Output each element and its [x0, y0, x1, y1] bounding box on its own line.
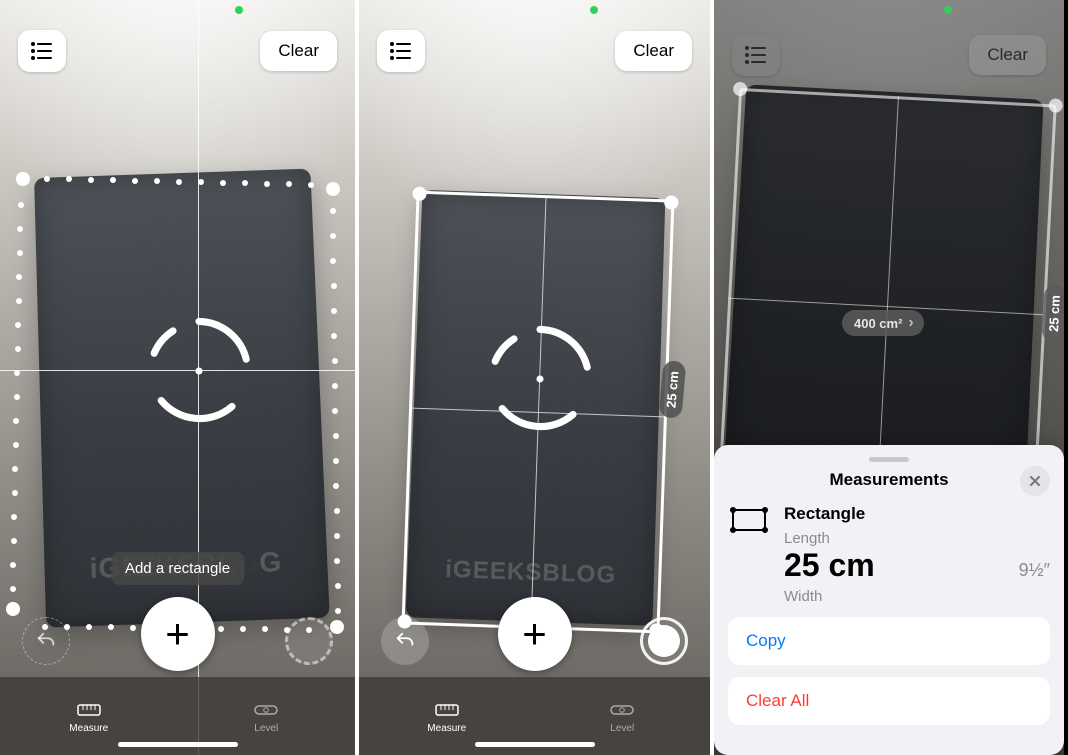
tab-measure[interactable]: Measure: [0, 677, 178, 755]
rectangle-shape-icon: [728, 504, 770, 541]
list-button[interactable]: [18, 30, 66, 72]
screenshot-1: iGEEKSBLOG: [0, 0, 355, 755]
screenshot-3: 400 cm² 25 cm Clear Measurements: [710, 0, 1064, 755]
close-button[interactable]: [1020, 466, 1050, 496]
clear-button[interactable]: Clear: [615, 31, 692, 71]
add-point-button[interactable]: +: [498, 597, 572, 671]
ruler-icon: [435, 699, 459, 721]
copy-button[interactable]: Copy: [728, 617, 1050, 665]
tab-level[interactable]: Level: [535, 677, 711, 755]
shutter-button[interactable]: [285, 617, 333, 665]
ruler-icon: [77, 699, 101, 721]
tab-bar: Measure Level: [359, 677, 710, 755]
targeting-reticle-icon: [481, 320, 599, 438]
width-label: Width: [784, 588, 1050, 605]
tab-bar: Measure Level: [0, 677, 355, 755]
list-button[interactable]: [377, 30, 425, 72]
list-button[interactable]: [732, 34, 780, 76]
hint-tooltip: Add a rectangle: [111, 552, 244, 585]
shutter-button[interactable]: [640, 617, 688, 665]
tab-measure[interactable]: Measure: [359, 677, 535, 755]
undo-button[interactable]: [381, 617, 429, 665]
undo-button[interactable]: [22, 617, 70, 665]
tab-measure-label: Measure: [69, 723, 108, 734]
targeting-reticle-icon: [140, 312, 258, 430]
area-label[interactable]: 400 cm²: [842, 310, 924, 336]
shape-name: Rectangle: [784, 504, 1050, 524]
measurement-item: Rectangle Length 25 cm 9½″ Width: [728, 504, 1050, 605]
list-icon: [745, 46, 767, 64]
length-value-metric: 25 cm: [784, 547, 875, 584]
level-icon: [610, 699, 634, 721]
level-icon: [254, 699, 278, 721]
sheet-grabber[interactable]: [869, 457, 909, 462]
length-label: Length: [784, 530, 1050, 547]
add-point-button[interactable]: +: [141, 597, 215, 671]
plus-icon: +: [165, 613, 190, 655]
screenshot-2: iGEEKSBLOG 25 cm: [355, 0, 710, 755]
area-value: 400 cm²: [854, 316, 902, 331]
list-icon: [31, 42, 53, 60]
length-value-imperial: 9½″: [1019, 560, 1050, 581]
tab-measure-label: Measure: [427, 723, 466, 734]
sheet-title: Measurements: [829, 470, 948, 490]
tab-level[interactable]: Level: [178, 677, 356, 755]
close-icon: [1029, 475, 1041, 487]
clear-all-button[interactable]: Clear All: [728, 677, 1050, 725]
list-icon: [390, 42, 412, 60]
clear-button[interactable]: Clear: [969, 35, 1046, 75]
plus-icon: +: [522, 613, 547, 655]
measurements-sheet: Measurements Rectangle Length 25 cm 9½″ …: [714, 445, 1064, 755]
tab-level-label: Level: [254, 723, 278, 734]
tab-level-label: Level: [610, 723, 634, 734]
clear-button[interactable]: Clear: [260, 31, 337, 71]
measurement-label[interactable]: 25 cm: [1041, 284, 1064, 342]
